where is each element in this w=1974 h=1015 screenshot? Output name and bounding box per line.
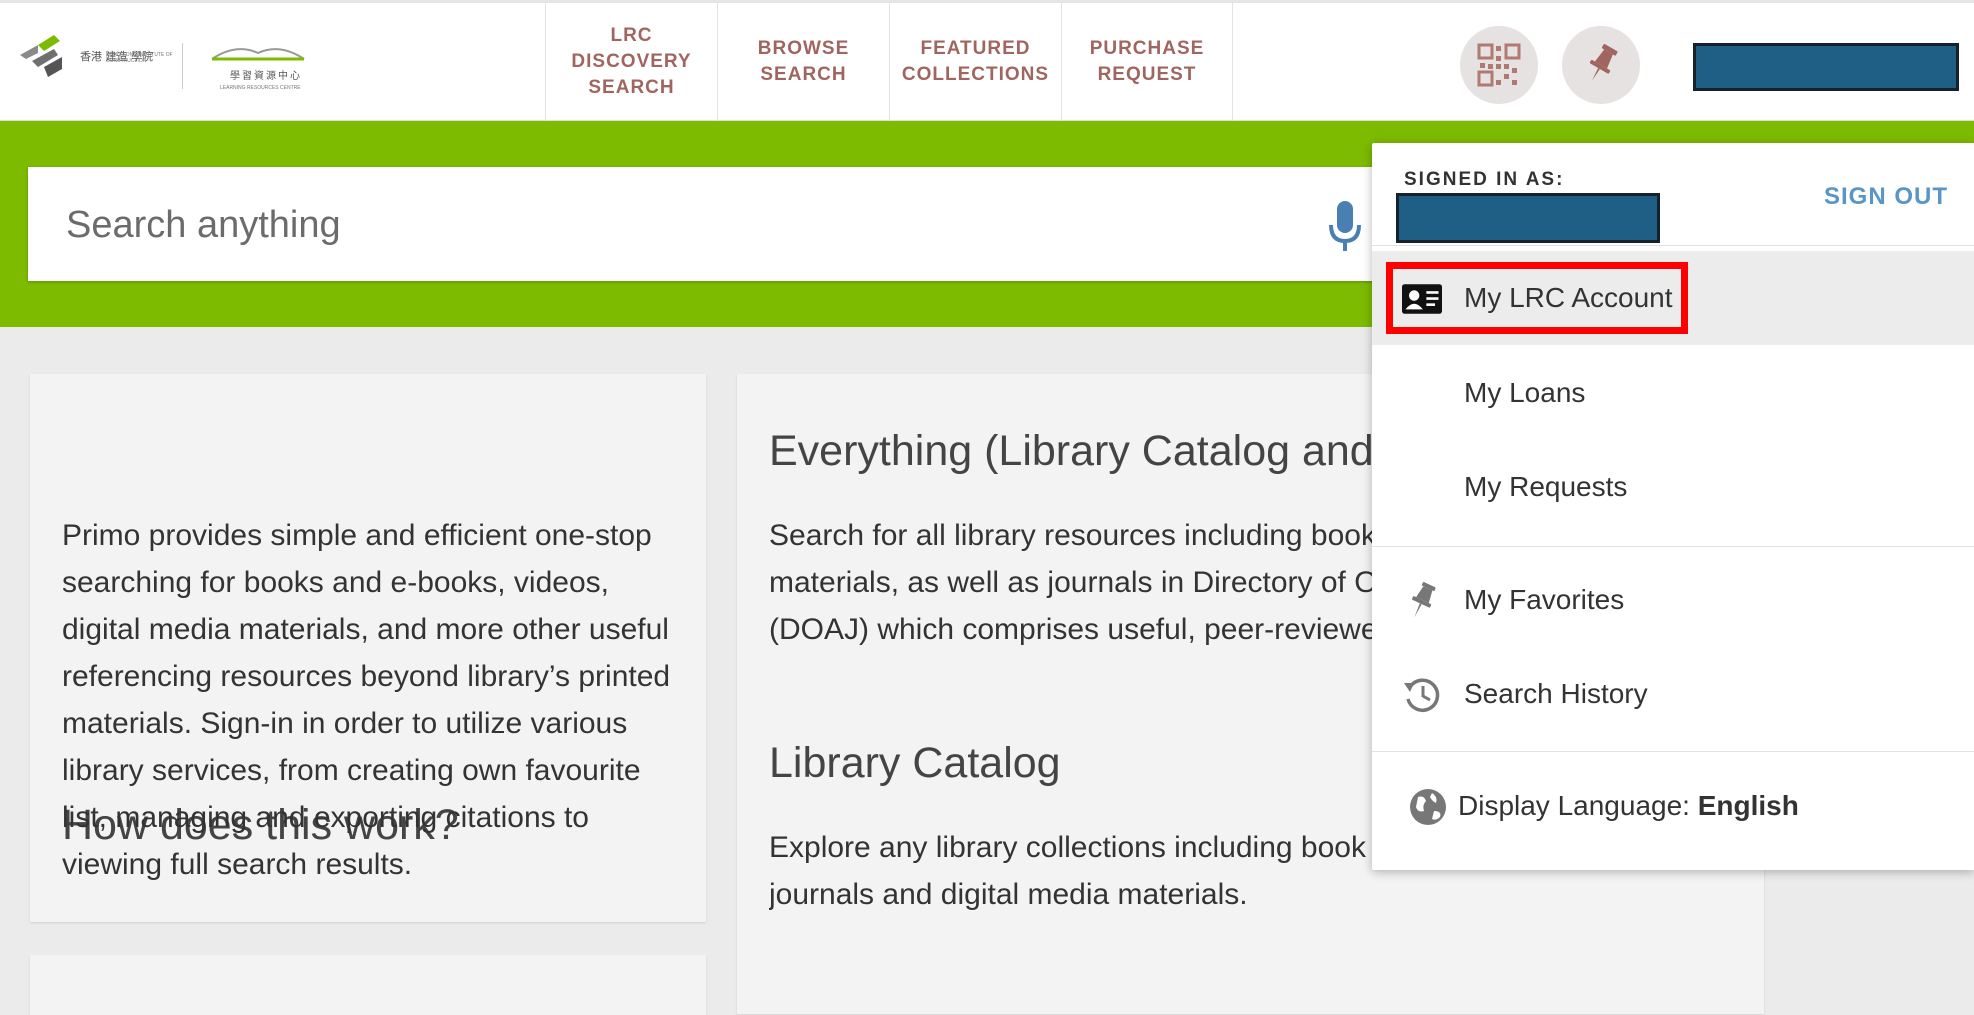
top-bar: 香港 建造 學院 HONG KONG INSTITUTE OF CONSTRUC… xyxy=(0,0,1974,121)
menu-item-my-loans[interactable]: My Loans xyxy=(1372,346,1974,440)
nav-purchase-request[interactable]: PURCHASE REQUEST xyxy=(1061,3,1233,121)
pin-icon xyxy=(1589,44,1618,81)
institute-name-en: HONG KONG INSTITUTE OF CONSTRUCTION xyxy=(106,52,173,64)
institution-logo[interactable]: 香港 建造 學院 HONG KONG INSTITUTE OF CONSTRUC… xyxy=(18,29,318,99)
nav-featured-collections[interactable]: FEATURED COLLECTIONS xyxy=(889,3,1061,121)
menu-item-label: Search History xyxy=(1464,678,1648,709)
display-language-caption: Display Language: xyxy=(1458,790,1698,821)
favorites-pin-button[interactable] xyxy=(1562,26,1640,104)
microphone-icon[interactable] xyxy=(1328,201,1362,253)
nav-lrc-discovery-search[interactable]: LRC DISCOVERY SEARCH xyxy=(545,3,717,121)
menu-item-label: My LRC Account xyxy=(1464,282,1673,313)
qr-code-button[interactable] xyxy=(1460,26,1538,104)
user-account-menu: SIGNED IN AS: SIGN OUT My LRC Account My… xyxy=(1372,143,1974,870)
sign-out-button[interactable]: SIGN OUT xyxy=(1824,183,1948,211)
search-box xyxy=(28,167,1528,283)
catalog-text-line: journals and digital media materials. xyxy=(769,878,1248,911)
qr-code-icon xyxy=(1477,43,1521,87)
hkic-logo-icon xyxy=(20,35,62,77)
menu-item-search-history[interactable]: Search History xyxy=(1372,647,1974,741)
menu-divider xyxy=(1372,546,1974,547)
id-card-icon xyxy=(1402,279,1442,319)
menu-item-my-favorites[interactable]: My Favorites xyxy=(1372,553,1974,647)
display-language-value: English xyxy=(1697,790,1799,821)
menu-divider xyxy=(1372,245,1974,246)
menu-item-label: My Loans xyxy=(1464,377,1586,408)
pin-icon xyxy=(1402,581,1442,621)
everything-scope-title: Everything (Library Catalog and xyxy=(769,427,1374,475)
menu-item-display-language[interactable]: Display Language: English xyxy=(1372,759,1974,853)
redacted-user-name[interactable] xyxy=(1693,43,1959,91)
lrc-name-en: LEARNING RESOURCES CENTRE xyxy=(220,85,301,91)
menu-item-label: My Requests xyxy=(1464,471,1628,502)
lrc-name-cn: 學習資源中心 xyxy=(230,71,302,82)
secondary-card xyxy=(30,955,706,1015)
redacted-signed-in-user xyxy=(1396,193,1660,243)
signed-in-label: SIGNED IN AS: xyxy=(1404,169,1565,190)
menu-item-my-requests[interactable]: My Requests xyxy=(1372,440,1974,534)
how-it-works-text: Primo provides simple and efficient one-… xyxy=(62,519,671,881)
logo-divider xyxy=(182,43,183,89)
menu-divider xyxy=(1372,751,1974,752)
open-book-icon xyxy=(211,48,305,61)
library-catalog-title: Library Catalog xyxy=(769,739,1061,787)
main-navigation: LRC DISCOVERY SEARCH BROWSE SEARCH FEATU… xyxy=(545,3,1233,121)
search-input[interactable] xyxy=(64,167,1318,283)
globe-icon xyxy=(1408,787,1448,827)
how-it-works-card: How does this work? Primo provides simpl… xyxy=(30,374,706,922)
nav-browse-search[interactable]: BROWSE SEARCH xyxy=(717,3,889,121)
display-language-label: Display Language: English xyxy=(1458,759,1799,853)
history-icon xyxy=(1402,675,1442,715)
menu-item-label: My Favorites xyxy=(1464,584,1625,615)
menu-item-my-lrc-account[interactable]: My LRC Account xyxy=(1372,251,1974,345)
